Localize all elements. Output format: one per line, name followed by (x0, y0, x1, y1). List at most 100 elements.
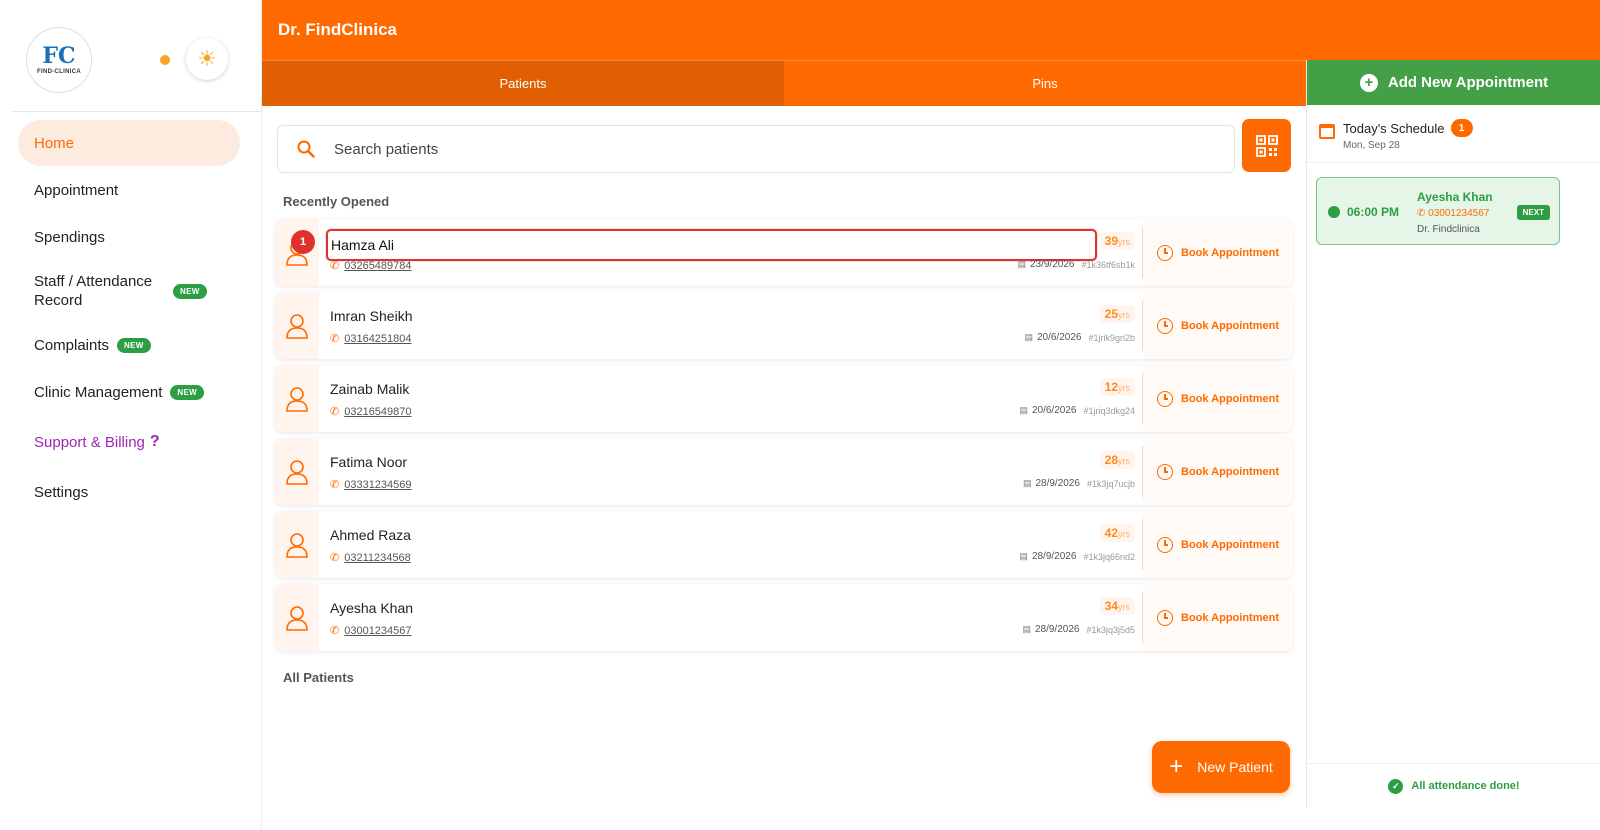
new-badge: NEW (173, 283, 207, 299)
sidebar-item-settings[interactable]: Settings (18, 469, 240, 515)
age-value: 25 (1104, 307, 1118, 321)
book-appointment-button[interactable]: Book Appointment (1143, 438, 1293, 505)
patient-phone[interactable]: ✆ 03001234567 (330, 624, 412, 638)
visit-date: 23/9/2026 (1029, 259, 1075, 270)
schedule-title-text: Today's Schedule (1343, 120, 1445, 136)
book-appointment-button[interactable]: Book Appointment (1143, 511, 1293, 578)
age-unit: yrs (1118, 383, 1130, 393)
patient-name[interactable]: Fatima Noor (330, 454, 407, 470)
phone-number[interactable]: 03265489784 (344, 260, 411, 272)
sidebar-item-clinic-management[interactable]: Clinic Management NEW (18, 369, 240, 415)
tab-patients[interactable]: Patients (262, 60, 784, 106)
user-icon (286, 386, 308, 412)
patient-phone[interactable]: ✆ 03211234568 (330, 551, 411, 565)
sidebar-item-label: Staff / Attendance Record (34, 273, 153, 309)
search-box[interactable] (277, 125, 1235, 173)
phone-number[interactable]: 03211234568 (344, 552, 410, 564)
sidebar-item-spendings[interactable]: Spendings (18, 214, 240, 260)
book-appointment-button[interactable]: Book Appointment (1143, 584, 1293, 651)
age-unit: yrs (1118, 237, 1130, 247)
add-appointment-label: Add New Appointment (1387, 74, 1549, 91)
patient-row[interactable]: Ayesha Khan ✆ 03001234567 34yrs ▤ 28/9/202… (275, 584, 1293, 651)
patient-phone[interactable]: ✆ 03216549870 (330, 405, 412, 419)
patient-meta: ▤ 23/9/2026 #1k36tf6sb1k (1017, 259, 1135, 270)
sun-icon: ☀ (197, 46, 217, 71)
book-appointment-button[interactable]: Book Appointment (1143, 292, 1293, 359)
phone-number[interactable]: 03164251804 (344, 333, 411, 345)
patient-name[interactable]: Ahmed Raza (330, 527, 411, 543)
patient-row[interactable]: Zainab Malik ✆ 03216549870 12yrs ▤ 20/6/20… (275, 365, 1293, 432)
top-header: Dr. FindClinica (262, 0, 1600, 60)
user-icon (286, 532, 308, 558)
phone-icon: ✆ (330, 333, 340, 345)
sidebar-item-complaints[interactable]: Complaints NEW (18, 322, 240, 368)
patient-row[interactable]: Ahmed Raza ✆ 03211234568 42yrs ▤ 28/9/2026… (275, 511, 1293, 578)
plus-icon: + (1169, 753, 1184, 780)
phone-icon: ✆ (330, 406, 340, 418)
sidebar-item-label: Clinic Management (34, 383, 163, 401)
patient-id: #1jrik9gri2b (1088, 332, 1135, 343)
patient-avatar (275, 365, 319, 432)
patient-avatar (275, 292, 319, 359)
clock-icon (1157, 317, 1174, 334)
highlighted-patient-name[interactable]: Hamza Ali (326, 229, 1097, 261)
patient-phone[interactable]: ✆ 03331234569 (330, 478, 412, 492)
theme-toggle-button[interactable]: ☀ (186, 38, 228, 80)
phone-icon: ✆ (330, 479, 340, 491)
next-badge: NEXT (1516, 205, 1550, 220)
new-patient-label: New Patient (1197, 759, 1273, 775)
clock-icon (1157, 390, 1174, 407)
patient-meta: ▤ 28/9/2026 #1k3jq66nd2 (1019, 551, 1135, 562)
attendance-text: All attendance done! (1411, 780, 1520, 792)
calendar-icon: ▤ (1022, 478, 1032, 488)
phone-number[interactable]: 03001234567 (344, 625, 411, 637)
qr-scan-button[interactable] (1242, 119, 1291, 172)
calendar-icon: ▤ (1022, 624, 1031, 634)
sidebar-item-home[interactable]: Home (18, 120, 240, 166)
add-new-appointment-button[interactable]: + Add New Appointment (1307, 60, 1600, 105)
schedule-count-badge: 1 (1450, 119, 1473, 137)
schedule-panel: + Add New Appointment Today's Schedule 1… (1306, 60, 1600, 808)
new-patient-button[interactable]: + New Patient (1152, 741, 1290, 793)
patient-phone[interactable]: ✆ 03164251804 (330, 332, 412, 346)
phone-number[interactable]: 03216549870 (344, 406, 411, 418)
patient-row[interactable]: Fatima Noor ✆ 03331234569 28yrs ▤ 28/9/202… (275, 438, 1293, 505)
patient-name[interactable]: Imran Sheikh (330, 308, 412, 324)
book-appointment-button[interactable]: Book Appointment (1143, 219, 1293, 286)
sidebar-item-label: Complaints (34, 336, 110, 354)
patients-panel: Recently Opened 1 Hamza Ali ✆ 03265489784… (262, 106, 1306, 808)
phone-number[interactable]: 03331234569 (344, 479, 411, 491)
patient-row[interactable]: 1 Hamza Ali ✆ 03265489784 39yrs ▤ 23/9/202… (275, 219, 1293, 286)
clock-icon (1328, 206, 1340, 218)
sidebar-item-appointment[interactable]: Appointment (18, 167, 240, 213)
age-value: 12 (1104, 380, 1118, 394)
plus-circle-icon: + (1359, 73, 1378, 92)
patient-id: #1k36tf6sb1k (1081, 259, 1135, 270)
calendar-icon (1319, 124, 1335, 139)
logo-row: FC FIND-CLINICA ☀ (12, 0, 262, 112)
age-badge: 12yrs (1099, 378, 1135, 396)
tab-pins[interactable]: Pins (784, 60, 1306, 106)
visit-date: 28/9/2026 (1034, 624, 1080, 635)
sidebar-nav: Home Appointment Spendings Staff / Atten… (18, 120, 240, 516)
page-title: Dr. FindClinica (278, 20, 398, 39)
clock-icon (1157, 536, 1174, 553)
clinic-logo[interactable]: FC FIND-CLINICA (26, 27, 92, 93)
all-patients-heading: All Patients (283, 670, 354, 685)
sidebar-item-staff-attendance[interactable]: Staff / Attendance Record NEW (18, 261, 240, 321)
patient-name[interactable]: Zainab Malik (330, 381, 409, 397)
book-appointment-button[interactable]: Book Appointment (1143, 365, 1293, 432)
sidebar-item-support-billing[interactable]: Support & Billing ? (18, 416, 240, 468)
patient-row[interactable]: Imran Sheikh ✆ 03164251804 25yrs ▤ 20/6/20… (275, 292, 1293, 359)
age-badge: 34yrs (1099, 597, 1135, 615)
calendar-icon: ▤ (1017, 259, 1026, 269)
appointment-doctor: Dr. Findclinica (1417, 224, 1480, 235)
schedule-title: Today's Schedule 1 (1343, 119, 1473, 137)
patient-name[interactable]: Ayesha Khan (330, 600, 413, 616)
sidebar-item-label: Spendings (34, 228, 105, 246)
search-input[interactable] (334, 140, 1214, 158)
patient-meta: ▤ 20/6/2026 #1jriq3dkg24 (1019, 405, 1135, 416)
appointment-card[interactable]: 06:00 PM Ayesha Khan ✆ 03001234567 Dr. F… (1316, 177, 1560, 245)
patient-avatar (275, 584, 319, 651)
patient-phone[interactable]: ✆ 03265489784 (330, 259, 412, 273)
